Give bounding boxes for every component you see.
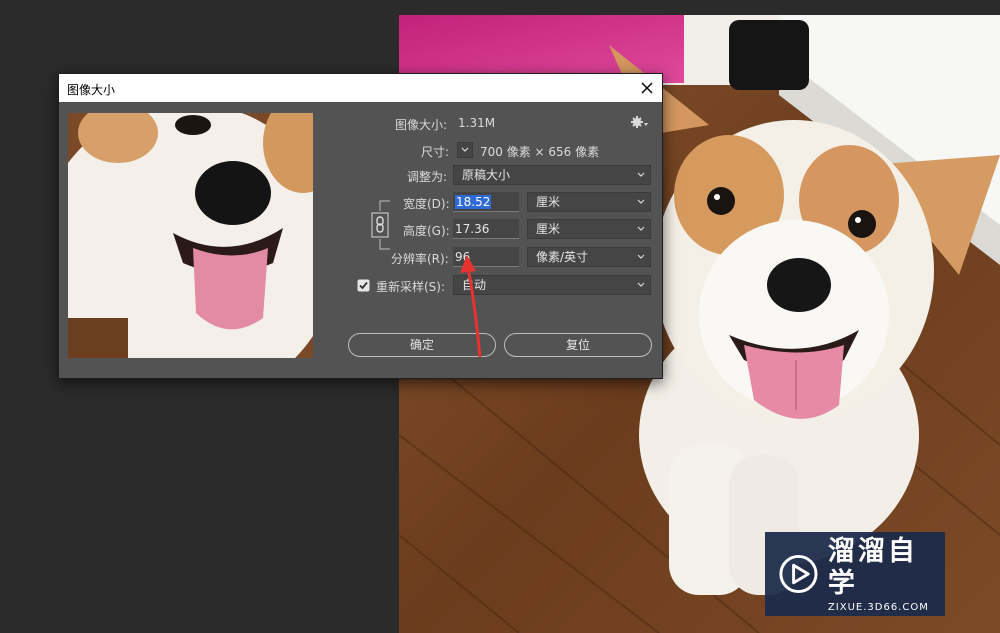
- reset-button[interactable]: 复位: [504, 333, 652, 357]
- height-label: 高度(G):: [403, 224, 450, 238]
- image-size-value: 1.31M: [458, 116, 496, 130]
- chain-link-icon[interactable]: [366, 197, 392, 253]
- chevron-down-icon: [637, 199, 645, 204]
- dialog-title: 图像大小: [67, 83, 116, 97]
- chevron-down-icon: [637, 226, 645, 231]
- dialog-titlebar[interactable]: 图像大小: [59, 74, 662, 102]
- image-size-label: 图像大小:: [395, 118, 448, 132]
- width-unit: 厘米: [536, 195, 561, 209]
- chevron-down-icon: [637, 172, 645, 177]
- height-input[interactable]: 17.36: [453, 219, 519, 239]
- chevron-down-icon: [461, 147, 469, 152]
- height-value: 17.36: [455, 222, 490, 236]
- dimensions-label: 尺寸:: [421, 145, 450, 159]
- checkbox-icon[interactable]: [357, 279, 370, 292]
- width-value: 18.52: [455, 195, 492, 209]
- watermark-url: ZIXUE.3D66.COM: [827, 601, 929, 613]
- resolution-unit: 像素/英寸: [536, 250, 589, 264]
- watermark: 溜溜自学 ZIXUE.3D66.COM: [765, 532, 945, 616]
- gear-icon[interactable]: [631, 115, 649, 129]
- image-preview[interactable]: [68, 113, 313, 358]
- close-icon[interactable]: [638, 79, 656, 97]
- fit-to-value: 原稿大小: [462, 168, 511, 182]
- fit-to-select[interactable]: 原稿大小: [453, 165, 651, 185]
- chevron-down-icon: [637, 282, 645, 287]
- width-label: 宽度(D):: [403, 197, 450, 211]
- chevron-down-icon: [637, 254, 645, 259]
- width-unit-select[interactable]: 厘米: [527, 192, 651, 212]
- fit-to-label: 调整为:: [407, 170, 448, 184]
- width-input[interactable]: 18.52: [453, 192, 519, 212]
- watermark-title: 溜溜自学: [827, 535, 918, 599]
- dimensions-unit-dropdown[interactable]: [457, 142, 473, 158]
- resample-label: 重新采样(S):: [376, 280, 446, 294]
- annotation-arrow: [460, 255, 482, 358]
- resolution-label: 分辨率(R):: [391, 252, 449, 266]
- play-logo-icon: [779, 554, 818, 594]
- dimensions-value: 700 像素 × 656 像素: [480, 145, 600, 159]
- height-unit-select[interactable]: 厘米: [527, 219, 651, 239]
- image-size-dialog: 图像大小 图像大小: 1.31M 尺寸: 700 像素 × 656 像素 调整为…: [58, 73, 663, 379]
- preview-dog-photo: [68, 113, 313, 358]
- height-unit: 厘米: [536, 222, 561, 236]
- resolution-unit-select[interactable]: 像素/英寸: [527, 247, 651, 267]
